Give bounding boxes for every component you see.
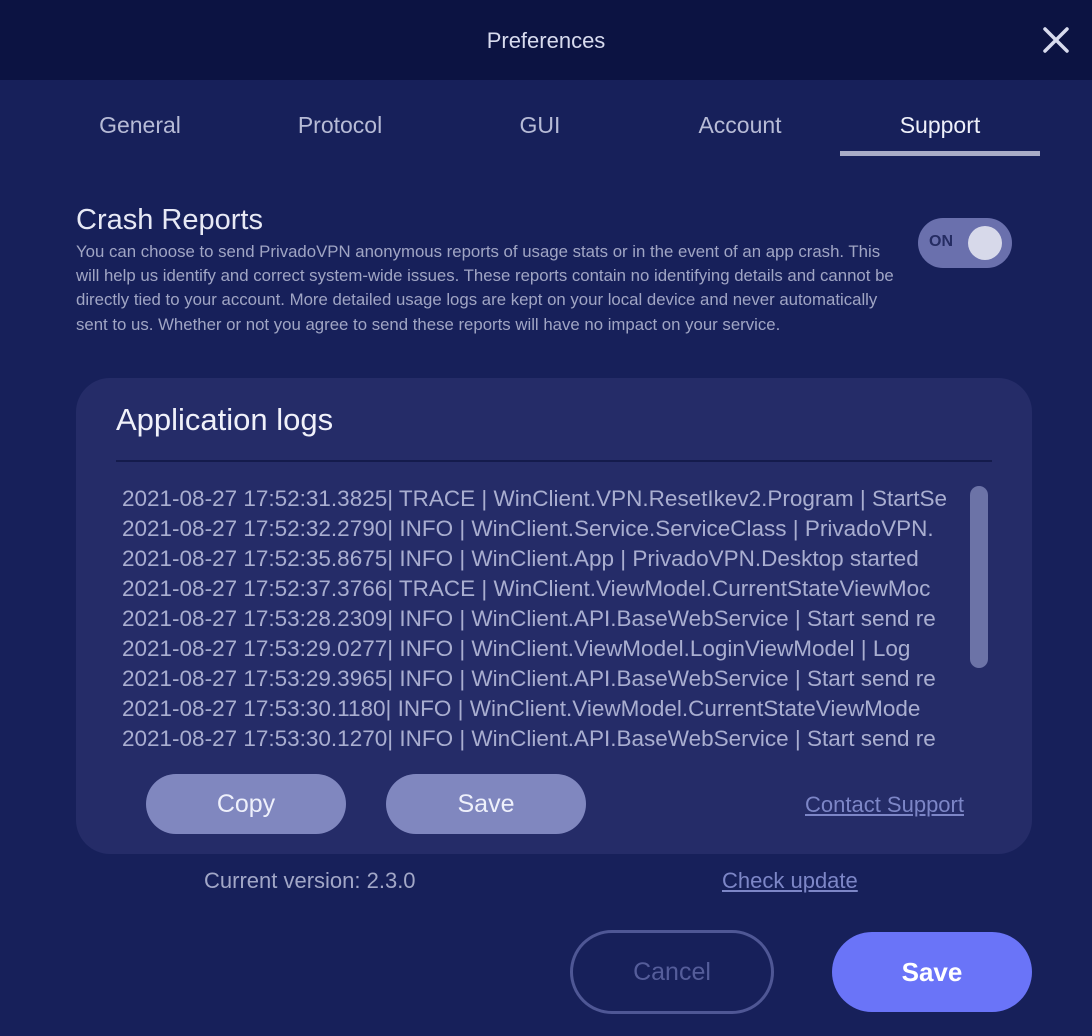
tab-support[interactable]: Support xyxy=(840,100,1040,156)
log-line: 2021-08-27 17:53:29.3965| INFO | WinClie… xyxy=(122,666,936,691)
save-button[interactable]: Save xyxy=(832,932,1032,1012)
log-line: 2021-08-27 17:52:37.3766| TRACE | WinCli… xyxy=(122,576,931,601)
crash-reports-title: Crash Reports xyxy=(76,204,263,236)
log-scrollbar[interactable] xyxy=(970,486,988,668)
preferences-window: Preferences General Protocol GUI Account… xyxy=(0,0,1092,1036)
toggle-state-label: ON xyxy=(929,233,953,250)
toggle-knob xyxy=(968,226,1002,260)
cancel-button[interactable]: Cancel xyxy=(570,930,774,1014)
close-button[interactable] xyxy=(1038,22,1074,58)
tab-account[interactable]: Account xyxy=(640,100,840,156)
log-line: 2021-08-27 17:53:30.1180| INFO | WinClie… xyxy=(122,696,921,721)
current-version-text: Current version: 2.3.0 xyxy=(204,868,416,893)
close-icon xyxy=(1043,27,1069,53)
log-line: 2021-08-27 17:53:28.2309| INFO | WinClie… xyxy=(122,606,936,631)
log-line: 2021-08-27 17:52:32.2790| INFO | WinClie… xyxy=(122,516,934,541)
log-line: 2021-08-27 17:53:30.1270| INFO | WinClie… xyxy=(122,726,936,751)
check-update-link[interactable]: Check update xyxy=(722,868,858,894)
log-text-area[interactable]: 2021-08-27 17:52:31.3825| TRACE | WinCli… xyxy=(122,484,968,756)
window-title: Preferences xyxy=(486,28,606,53)
crash-reports-toggle[interactable]: ON xyxy=(918,218,1012,268)
log-line: 2021-08-27 17:52:31.3825| TRACE | WinCli… xyxy=(122,486,948,511)
log-line: 2021-08-27 17:52:35.8675| INFO | WinClie… xyxy=(122,546,919,571)
tab-general[interactable]: General xyxy=(40,100,240,156)
log-line: 2021-08-27 17:53:29.0277| INFO | WinClie… xyxy=(122,636,911,661)
tab-protocol[interactable]: Protocol xyxy=(240,100,440,156)
logs-divider xyxy=(116,460,992,462)
copy-logs-button[interactable]: Copy xyxy=(146,774,346,834)
application-logs-panel: Application logs 2021-08-27 17:52:31.382… xyxy=(76,378,1032,854)
crash-reports-description: You can choose to send PrivadoVPN anonym… xyxy=(76,242,894,334)
save-logs-button[interactable]: Save xyxy=(386,774,586,834)
application-logs-title: Application logs xyxy=(116,402,334,437)
tab-gui[interactable]: GUI xyxy=(440,100,640,156)
contact-support-link[interactable]: Contact Support xyxy=(805,792,964,818)
title-bar: Preferences xyxy=(0,0,1092,80)
tab-bar: General Protocol GUI Account Support xyxy=(40,100,1040,156)
